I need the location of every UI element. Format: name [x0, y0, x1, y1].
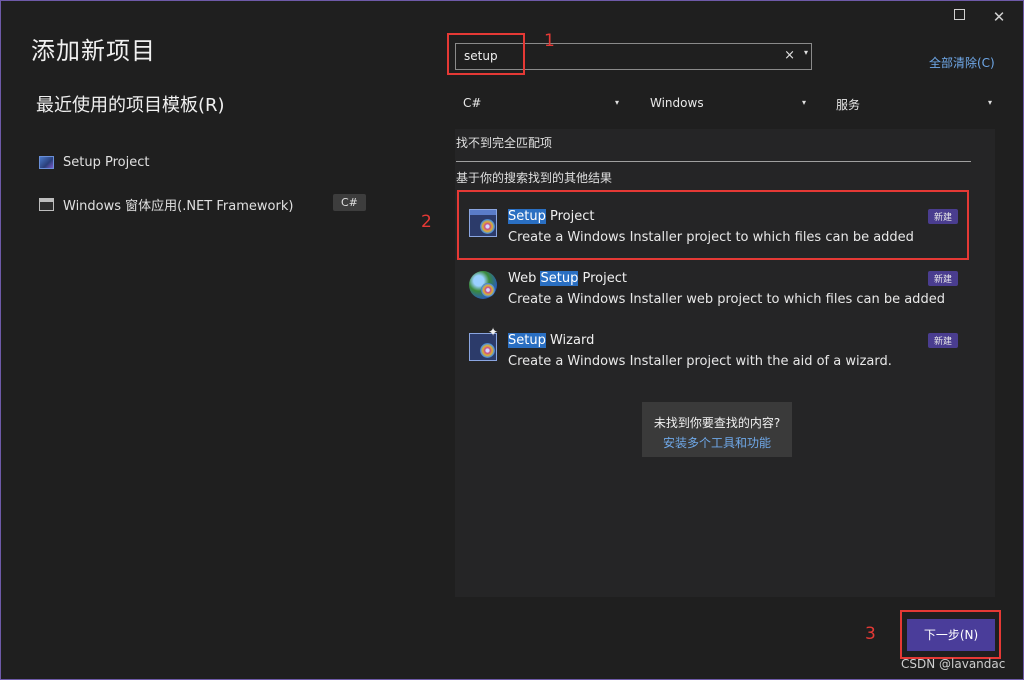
- project-type-filter-value: 服务: [836, 98, 861, 112]
- template-description: Create a Windows Installer project to wh…: [508, 230, 914, 245]
- other-results-heading: 基于你的搜索找到的其他结果: [456, 171, 613, 185]
- template-name: Setup Wizard: [508, 333, 594, 348]
- web-setup-project-icon: [469, 271, 497, 299]
- template-item-setup-wizard[interactable]: Setup Wizard Create a Windows Installer …: [465, 319, 967, 381]
- template-name: Web Setup Project: [508, 271, 627, 286]
- search-results-panel: 找不到完全匹配项 基于你的搜索找到的其他结果 Setup Project Cre…: [455, 129, 995, 597]
- dialog-title: 添加新项目: [31, 37, 156, 65]
- annotation-number: 2: [421, 212, 432, 232]
- install-tools-link[interactable]: 安装多个工具和功能: [642, 434, 792, 451]
- language-filter-value: C#: [463, 96, 482, 110]
- divider: [456, 161, 971, 162]
- language-filter[interactable]: C# ▾: [457, 93, 619, 115]
- chevron-down-icon: ▾: [801, 98, 806, 107]
- template-name-rest: Project: [545, 209, 595, 224]
- missing-content-box: 未找到你要查找的内容? 安装多个工具和功能: [642, 402, 792, 457]
- platform-filter[interactable]: Windows ▾: [644, 93, 806, 115]
- chevron-down-icon: ▾: [987, 98, 992, 107]
- language-badge: C#: [333, 194, 366, 211]
- search-match-highlight: Setup: [540, 271, 579, 286]
- recent-item-label: Setup Project: [63, 154, 150, 170]
- annotation-number: 1: [544, 31, 555, 51]
- template-description: Create a Windows Installer web project t…: [508, 292, 945, 307]
- search-box: × ▾: [455, 43, 812, 70]
- recent-item-label: Windows 窗体应用(.NET Framework): [63, 198, 294, 214]
- recent-item-windows-forms[interactable]: Windows 窗体应用(.NET Framework) C#: [39, 183, 369, 225]
- template-item-web-setup-project[interactable]: Web Setup Project Create a Windows Insta…: [465, 257, 967, 319]
- next-button[interactable]: 下一步(N): [907, 619, 995, 651]
- no-exact-match-text: 找不到完全匹配项: [456, 136, 553, 150]
- search-history-dropdown-icon[interactable]: ▾: [804, 48, 808, 57]
- template-description: Create a Windows Installer project with …: [508, 354, 892, 369]
- new-badge: 新建: [927, 209, 958, 224]
- platform-filter-value: Windows: [650, 96, 704, 110]
- setup-project-icon: [469, 209, 497, 237]
- maximize-button[interactable]: [949, 7, 969, 27]
- clear-all-link[interactable]: 全部清除(C): [929, 54, 995, 71]
- template-item-setup-project[interactable]: Setup Project Create a Windows Installer…: [465, 195, 967, 257]
- recent-templates-heading: 最近使用的项目模板(R): [36, 95, 225, 116]
- search-match-highlight: Setup: [508, 209, 546, 224]
- new-badge: 新建: [927, 333, 958, 348]
- template-name-rest: Project: [578, 271, 627, 286]
- missing-content-question: 未找到你要查找的内容?: [653, 416, 781, 430]
- recent-templates-list: Setup Project Windows 窗体应用(.NET Framewor…: [39, 141, 369, 225]
- recent-item-setup-project[interactable]: Setup Project: [39, 141, 369, 183]
- close-button[interactable]: ✕: [989, 7, 1009, 27]
- watermark: CSDN @lavandac: [901, 657, 1006, 671]
- project-type-filter[interactable]: 服务 ▾: [830, 93, 992, 115]
- template-name: Setup Project: [508, 209, 594, 224]
- new-badge: 新建: [927, 271, 958, 286]
- chevron-down-icon: ▾: [614, 98, 619, 107]
- clear-search-icon[interactable]: ×: [784, 48, 795, 63]
- search-match-highlight: Setup: [508, 333, 546, 348]
- add-new-project-dialog: ✕ 添加新项目 最近使用的项目模板(R) Setup Project Windo…: [0, 0, 1024, 680]
- windows-forms-icon: [39, 197, 54, 211]
- setup-wizard-icon: [469, 325, 498, 361]
- template-name-prefix: Web: [508, 271, 541, 286]
- annotation-number: 3: [865, 624, 876, 644]
- template-name-rest: Wizard: [545, 333, 595, 348]
- search-input[interactable]: [464, 49, 764, 63]
- setup-project-icon: [39, 155, 54, 169]
